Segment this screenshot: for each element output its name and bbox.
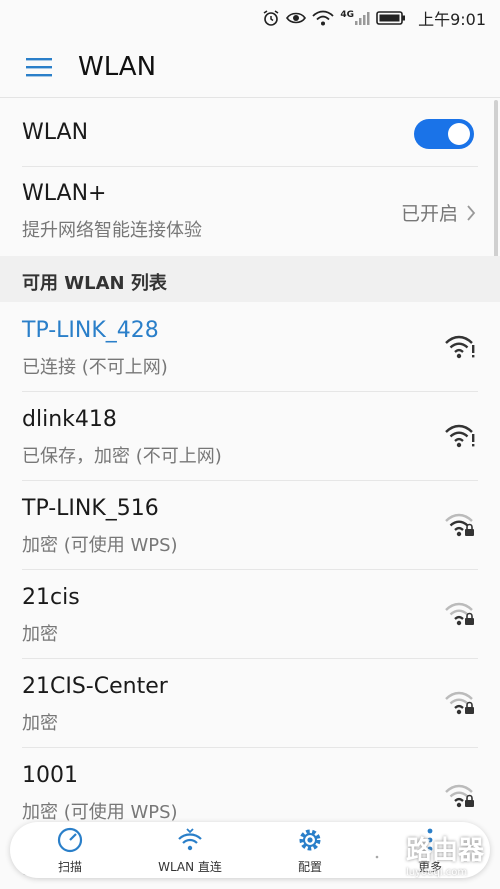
wlan-toggle-row[interactable]: WLAN bbox=[0, 100, 500, 166]
router-logo-icon bbox=[363, 836, 400, 872]
network-name: TP-LINK_428 bbox=[22, 318, 159, 343]
app-bar: WLAN bbox=[0, 36, 500, 98]
wifi-signal-locked-icon bbox=[445, 602, 474, 626]
section-header-label: 可用 WLAN 列表 bbox=[22, 273, 167, 294]
network-name: dlink418 bbox=[22, 407, 117, 432]
hamburger-icon bbox=[26, 57, 52, 76]
network-status: 加密 bbox=[22, 624, 58, 645]
scan-button[interactable]: 扫描 bbox=[25, 826, 115, 875]
network-item[interactable]: TP-LINK_516 加密 (可使用 WPS) bbox=[0, 480, 500, 569]
section-header: 可用 WLAN 列表 bbox=[0, 256, 500, 302]
wifi-status-icon bbox=[312, 10, 335, 26]
network-status: 已保存，加密 (不可上网) bbox=[22, 446, 222, 467]
network-name: 1001 bbox=[22, 763, 78, 788]
network-item[interactable]: 21CIS-Center 加密 bbox=[0, 658, 500, 747]
wifi-signal-full-warning-icon bbox=[445, 335, 475, 359]
eye-comfort-icon bbox=[286, 10, 307, 26]
wifi-signal-full-warning-icon bbox=[445, 424, 475, 448]
watermark-subtext: luyouqi.com bbox=[405, 867, 468, 878]
wifi-signal-locked-icon bbox=[445, 691, 474, 715]
wlan-direct-label: WLAN 直连 bbox=[158, 859, 222, 874]
network-status: 已连接 (不可上网) bbox=[22, 357, 168, 378]
chevron-right-icon bbox=[467, 204, 476, 221]
gear-icon bbox=[299, 829, 321, 850]
switch-knob bbox=[448, 123, 470, 145]
config-button[interactable]: 配置 bbox=[265, 826, 355, 875]
network-status: 加密 bbox=[22, 713, 58, 734]
network-item[interactable]: dlink418 已保存，加密 (不可上网) bbox=[0, 391, 500, 480]
wlan-plus-subtitle: 提升网络智能连接体验 bbox=[22, 220, 202, 241]
network-type: 4G bbox=[340, 10, 355, 20]
network-name: 21CIS-Center bbox=[22, 674, 168, 699]
network-item[interactable]: TP-LINK_428 已连接 (不可上网) bbox=[0, 302, 500, 391]
battery-icon bbox=[376, 10, 406, 26]
network-name: TP-LINK_516 bbox=[22, 496, 159, 521]
wlan-plus-row[interactable]: WLAN+ 提升网络智能连接体验 已开启 bbox=[0, 166, 500, 256]
wlan-toggle-label: WLAN bbox=[22, 120, 89, 145]
watermark-text: 路由器 bbox=[405, 836, 484, 866]
alarm-icon bbox=[262, 9, 280, 27]
watermark: 路由器 luyouqi.com bbox=[363, 830, 484, 878]
wlan-plus-title: WLAN+ bbox=[22, 181, 107, 206]
scan-label: 扫描 bbox=[57, 859, 82, 874]
config-label: 配置 bbox=[297, 859, 322, 874]
network-name: 21cis bbox=[22, 585, 80, 610]
scan-icon bbox=[57, 827, 83, 852]
wlan-plus-status: 已开启 bbox=[400, 203, 458, 225]
status-bar: 4G 上午9:01 bbox=[0, 0, 500, 36]
wifi-signal-locked-icon bbox=[445, 513, 474, 537]
wlan-plus-value: 已开启 bbox=[401, 199, 476, 226]
page-title: WLAN bbox=[78, 51, 157, 82]
clock: 上午9:01 bbox=[418, 10, 486, 29]
wlan-direct-button[interactable]: WLAN 直连 bbox=[145, 826, 235, 875]
cellular-signal-icon: 4G bbox=[340, 10, 370, 26]
menu-button[interactable] bbox=[0, 36, 78, 98]
network-status: 加密 (可使用 WPS) bbox=[22, 802, 178, 823]
network-status: 加密 (可使用 WPS) bbox=[22, 535, 178, 556]
wlan-direct-icon bbox=[178, 827, 202, 850]
network-item[interactable]: 21cis 加密 bbox=[0, 569, 500, 658]
wifi-signal-locked-icon bbox=[445, 784, 474, 808]
wlan-switch[interactable] bbox=[414, 119, 474, 149]
